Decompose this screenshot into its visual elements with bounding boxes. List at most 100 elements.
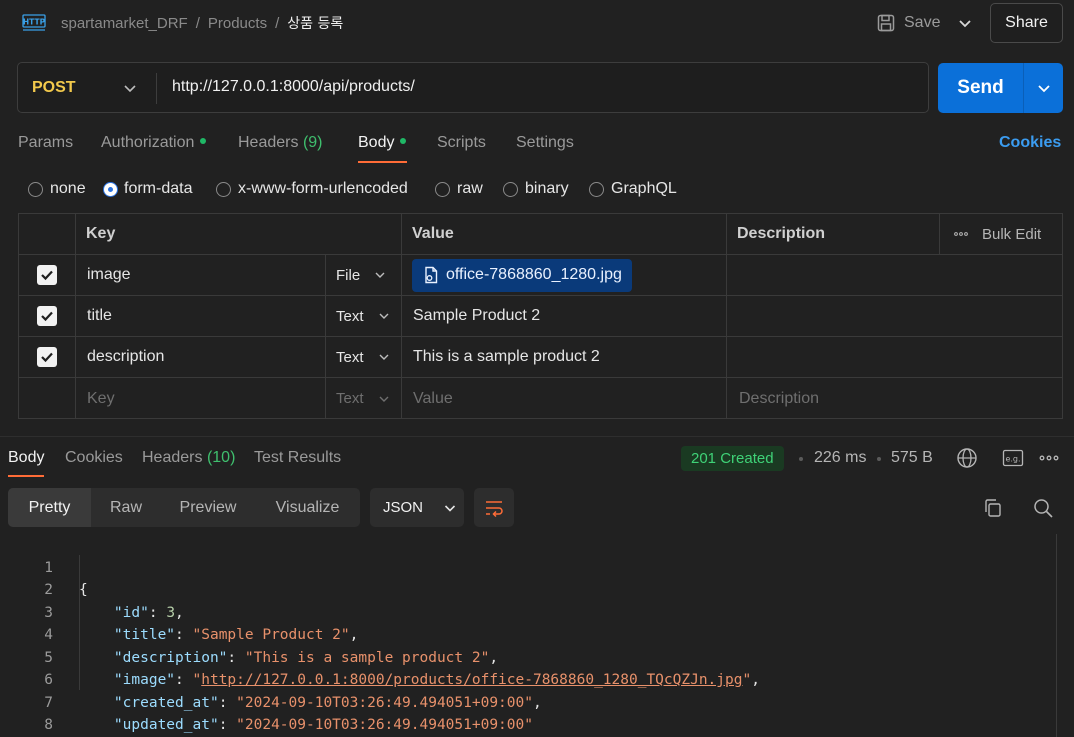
radio-circle	[589, 181, 604, 197]
key-cell[interactable]: title	[75, 296, 325, 336]
breadcrumb-folder[interactable]: Products	[208, 15, 267, 32]
key-cell[interactable]: description	[75, 337, 325, 377]
table-row-empty: Key Text Value Description	[19, 378, 1062, 419]
response-tab-cookies[interactable]: Cookies	[65, 449, 123, 467]
json-string: "2024-09-10T03:26:49.494051+09:00"	[236, 717, 533, 733]
breadcrumb-request[interactable]: 상품 등록	[287, 16, 343, 32]
view-tab-pretty[interactable]: Pretty	[8, 488, 91, 527]
tab-params[interactable]: Params	[18, 134, 73, 152]
response-size[interactable]: 575 B	[891, 449, 933, 467]
tab-scripts[interactable]: Scripts	[437, 134, 486, 152]
chevron-down-icon	[375, 272, 385, 278]
status-badge[interactable]: 201 Created	[681, 446, 784, 471]
radio-form-data[interactable]: form-data	[104, 180, 192, 198]
active-tab-indicator	[358, 161, 407, 163]
line-number: 8	[44, 717, 53, 733]
file-chip[interactable]: office-7868860_1280.jpg	[412, 258, 632, 292]
file-icon	[425, 266, 438, 284]
view-tab-preview[interactable]: Preview	[161, 488, 255, 527]
row-checkbox[interactable]	[37, 306, 57, 326]
response-time[interactable]: 226 ms	[814, 449, 866, 467]
checkmark-icon	[41, 352, 53, 363]
send-button[interactable]: Send	[938, 63, 1023, 113]
radio-binary[interactable]: binary	[503, 180, 569, 198]
type-cell[interactable]: Text	[325, 296, 401, 336]
radio-raw[interactable]: raw	[435, 180, 483, 198]
svg-text:e.g.: e.g.	[1005, 455, 1020, 464]
method-select[interactable]: POST	[32, 79, 76, 97]
row-checkbox-cell	[19, 296, 75, 336]
radio-graphql[interactable]: GraphQL	[589, 180, 677, 198]
code-line: 7 "updated_at": "2024-09-10T03:26:49.494…	[0, 669, 1050, 734]
chevron-down-icon	[379, 396, 389, 402]
value-cell[interactable]: office-7868860_1280.jpg	[401, 255, 726, 295]
type-select[interactable]: Text	[336, 308, 390, 325]
bulk-edit-button[interactable]: Bulk Edit	[954, 226, 1041, 243]
save-label: Save	[904, 14, 941, 31]
view-tab-raw[interactable]: Raw	[91, 488, 161, 527]
send-options-button[interactable]	[1023, 63, 1063, 113]
response-tab-test-results[interactable]: Test Results	[254, 449, 341, 467]
type-cell[interactable]: Text	[325, 378, 401, 419]
share-button[interactable]: Share	[990, 3, 1063, 43]
key-placeholder[interactable]: Key	[75, 378, 325, 419]
row-checkbox-cell	[19, 378, 75, 419]
status-dot	[200, 137, 207, 144]
value-placeholder[interactable]: Value	[401, 378, 726, 419]
radio-none[interactable]: none	[28, 180, 86, 198]
description-cell[interactable]	[726, 337, 1062, 377]
checkmark-icon	[41, 270, 53, 281]
search-icon[interactable]	[1032, 497, 1054, 519]
copy-icon[interactable]	[982, 497, 1004, 519]
more-options-icon[interactable]	[1038, 447, 1060, 469]
value-cell[interactable]: Sample Product 2	[401, 296, 726, 336]
radio-label: raw	[457, 180, 483, 197]
radio-circle	[503, 181, 518, 197]
radio-label: x-www-form-urlencoded	[238, 180, 408, 197]
cookies-link[interactable]: Cookies	[999, 134, 1061, 152]
tab-body[interactable]: Body	[358, 134, 407, 152]
tab-settings[interactable]: Settings	[516, 134, 574, 152]
key-cell[interactable]: image	[75, 255, 325, 295]
type-select[interactable]: Text	[336, 349, 390, 366]
code-line: 2 "id": 3,	[0, 557, 1050, 621]
format-select[interactable]: JSON	[370, 488, 464, 527]
description-cell[interactable]	[726, 255, 1062, 295]
response-tab-headers[interactable]: Headers (10)	[142, 449, 235, 467]
description-cell[interactable]	[726, 296, 1062, 336]
view-tab-visualize[interactable]: Visualize	[255, 488, 360, 527]
globe-icon[interactable]	[956, 447, 978, 469]
tab-authorization[interactable]: Authorization	[101, 134, 207, 152]
column-header-key: Key	[75, 214, 401, 254]
row-checkbox[interactable]	[37, 265, 57, 285]
tab-headers[interactable]: Headers (9)	[238, 134, 323, 152]
radio-urlencoded[interactable]: x-www-form-urlencoded	[216, 180, 408, 198]
breadcrumb-collection[interactable]: spartamarket_DRF	[61, 15, 188, 32]
radio-label: binary	[525, 180, 569, 197]
code-line: 6 "created_at": "2024-09-10T03:26:49.494…	[0, 647, 1050, 711]
tab-headers-label: Headers	[238, 134, 299, 151]
url-input[interactable]: http://127.0.0.1:8000/api/products/	[172, 78, 415, 96]
description-placeholder[interactable]: Description	[726, 378, 1062, 419]
save-options-chevron-icon[interactable]	[956, 14, 974, 32]
wrap-lines-button[interactable]	[474, 488, 514, 527]
type-cell[interactable]: File	[325, 255, 401, 295]
type-select[interactable]: Text	[336, 390, 390, 407]
response-tab-body[interactable]: Body	[8, 449, 44, 467]
wrap-lines-icon	[486, 500, 503, 517]
radio-circle-checked	[104, 182, 117, 196]
code-line: 1 {	[0, 534, 1050, 599]
save-button[interactable]: Save	[876, 10, 940, 36]
type-select[interactable]: File	[336, 267, 386, 284]
row-checkbox-cell	[19, 337, 75, 377]
method-chevron-icon[interactable]	[122, 80, 138, 96]
row-checkbox[interactable]	[37, 347, 57, 367]
editor-scrollbar[interactable]	[1056, 534, 1057, 737]
checkmark-icon	[41, 311, 53, 322]
type-cell[interactable]: Text	[325, 337, 401, 377]
value-cell[interactable]: This is a sample product 2	[401, 337, 726, 377]
save-example-icon[interactable]: e.g.	[1002, 447, 1024, 469]
response-tab-headers-label: Headers	[142, 449, 203, 466]
radio-label: form-data	[124, 180, 193, 197]
breadcrumb: spartamarket_DRF / Products / 상품 등록	[61, 15, 344, 32]
